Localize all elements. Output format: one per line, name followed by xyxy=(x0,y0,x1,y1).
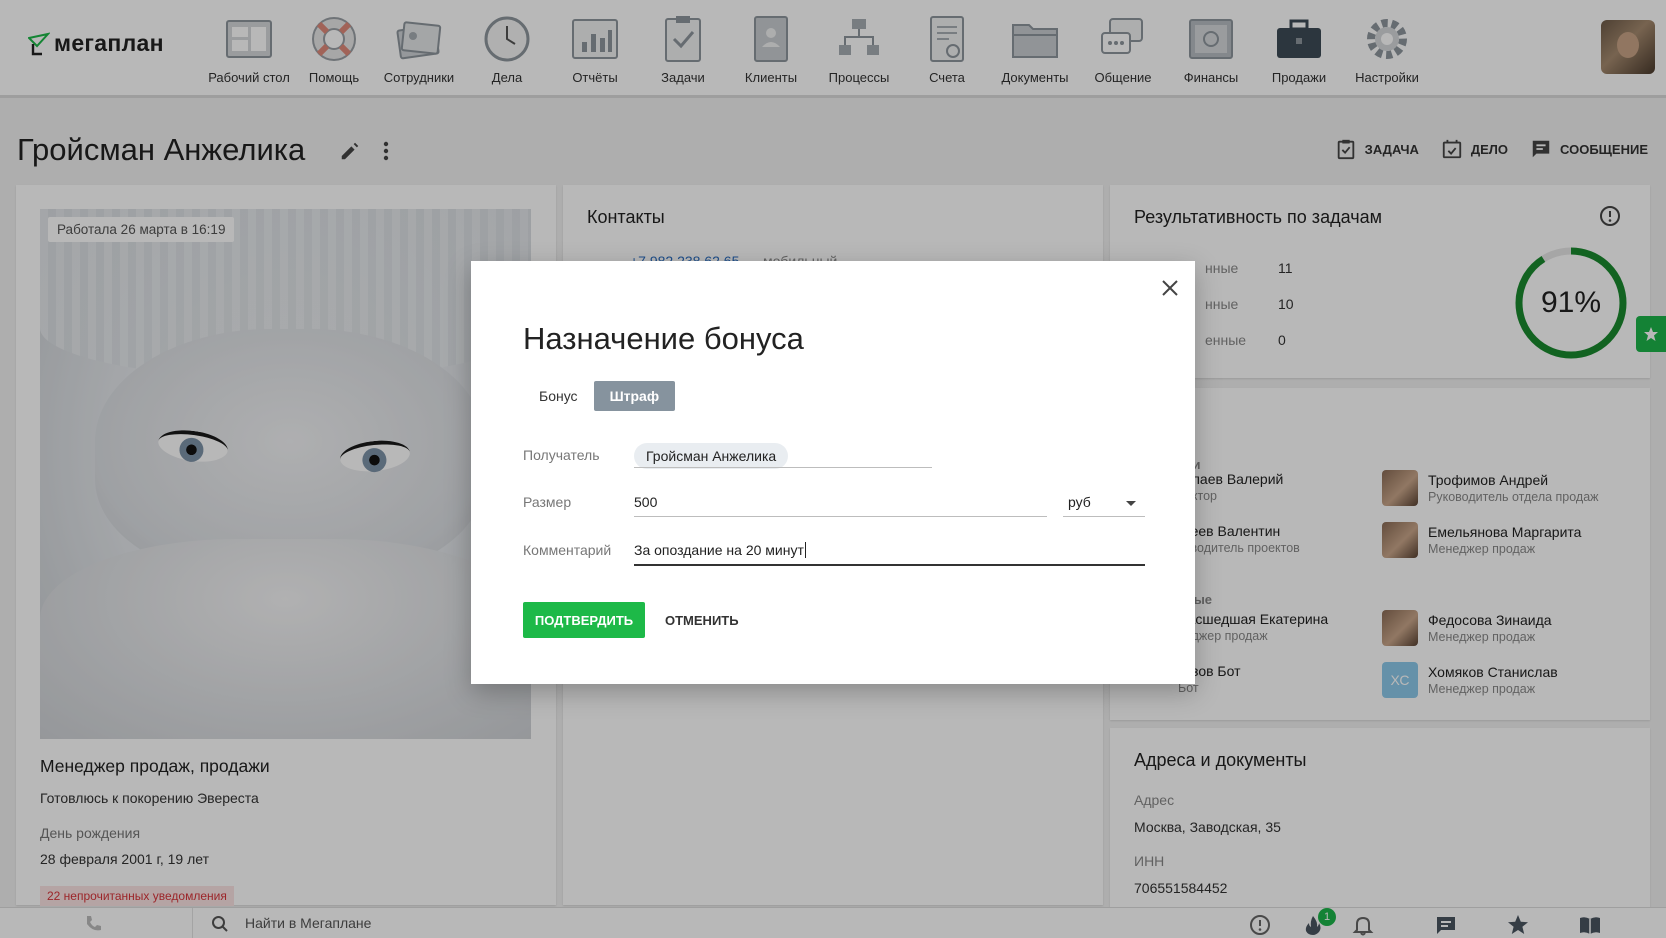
bonus-dialog: Назначение бонуса Бонус Штраф Получатель… xyxy=(471,261,1195,684)
amount-label: Размер xyxy=(523,494,572,510)
comment-input[interactable]: За опоздание на 20 минут xyxy=(634,542,804,558)
tab-penalty[interactable]: Штраф xyxy=(593,381,676,411)
close-icon[interactable] xyxy=(1159,277,1181,299)
confirm-button[interactable]: ПОДТВЕРДИТЬ xyxy=(523,602,645,638)
amount-field-underline xyxy=(634,516,1047,517)
bonus-type-tabs: Бонус Штраф xyxy=(523,381,676,411)
comment-label: Комментарий xyxy=(523,542,612,558)
comment-field-underline xyxy=(634,564,1145,566)
tab-bonus[interactable]: Бонус xyxy=(523,381,594,411)
recipient-field-underline xyxy=(634,467,932,468)
currency-field-underline xyxy=(1063,516,1145,517)
cancel-button[interactable]: ОТМЕНИТЬ xyxy=(657,602,747,638)
text-caret xyxy=(805,542,806,558)
currency-select[interactable]: руб xyxy=(1068,494,1091,510)
recipient-chip[interactable]: Гройсман Анжелика xyxy=(634,443,789,469)
chevron-down-icon[interactable] xyxy=(1126,501,1136,506)
amount-input[interactable]: 500 xyxy=(634,494,657,510)
recipient-label: Получатель xyxy=(523,447,600,463)
dialog-title: Назначение бонуса xyxy=(523,321,804,356)
